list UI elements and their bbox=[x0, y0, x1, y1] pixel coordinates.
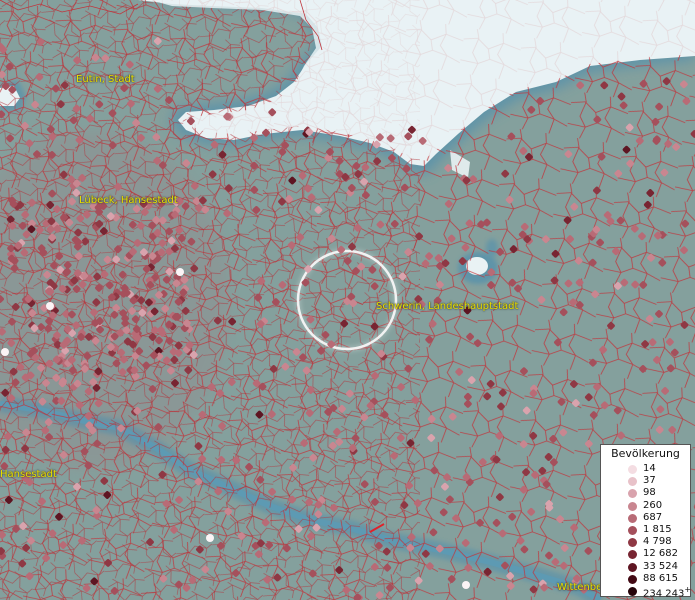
population-dot bbox=[176, 268, 184, 276]
legend-swatch bbox=[628, 538, 637, 548]
city-label-schwerin[interactable]: Schwerin, Landeshauptstadt bbox=[376, 301, 518, 312]
legend-swatch bbox=[628, 477, 637, 487]
legend-swatch bbox=[628, 465, 637, 474]
legend-label: 14 bbox=[643, 463, 656, 474]
city-label-hansestadt[interactable]: Hansestadt bbox=[0, 469, 57, 480]
legend-label: 260 bbox=[643, 499, 663, 511]
legend-label: 12 682 bbox=[643, 548, 678, 560]
legend-swatch bbox=[628, 574, 637, 584]
population-dot bbox=[1, 348, 9, 356]
legend-label: 88 615 bbox=[643, 572, 678, 584]
legend-label: 234 243+ bbox=[643, 585, 692, 600]
legend-title: Bevölkerung bbox=[611, 447, 680, 460]
city-label-luebeck[interactable]: Lübeck, Hansestadt bbox=[79, 195, 178, 206]
legend-swatch bbox=[628, 501, 637, 511]
population-dot bbox=[46, 302, 54, 310]
legend-label: 687 bbox=[643, 511, 663, 523]
population-legend: Bevölkerung 14 37 98 260 687 1 815 4 798 12 682… bbox=[600, 444, 692, 600]
legend-label: 1 815 bbox=[643, 524, 672, 535]
legend-label: 4 798 bbox=[643, 536, 672, 548]
legend-swatch bbox=[628, 587, 637, 596]
legend-swatch bbox=[628, 526, 637, 535]
population-dot bbox=[462, 581, 470, 589]
legend-swatch bbox=[628, 489, 637, 499]
legend-label: 33 524 bbox=[643, 560, 678, 572]
legend-swatch bbox=[628, 562, 637, 572]
legend-label: 37 bbox=[643, 475, 656, 487]
legend-swatch bbox=[628, 550, 637, 560]
map-base bbox=[0, 0, 695, 600]
population-dot bbox=[206, 534, 214, 542]
city-label-eutin[interactable]: Eutin, Stadt bbox=[76, 74, 135, 85]
legend-swatch bbox=[628, 513, 637, 523]
city-label-wittenberge[interactable]: Wittenbe bbox=[557, 582, 602, 593]
legend-label: 98 bbox=[643, 487, 656, 499]
population-map[interactable]: Eutin, Stadt Lübeck, Hansestadt Schwerin… bbox=[0, 0, 695, 600]
